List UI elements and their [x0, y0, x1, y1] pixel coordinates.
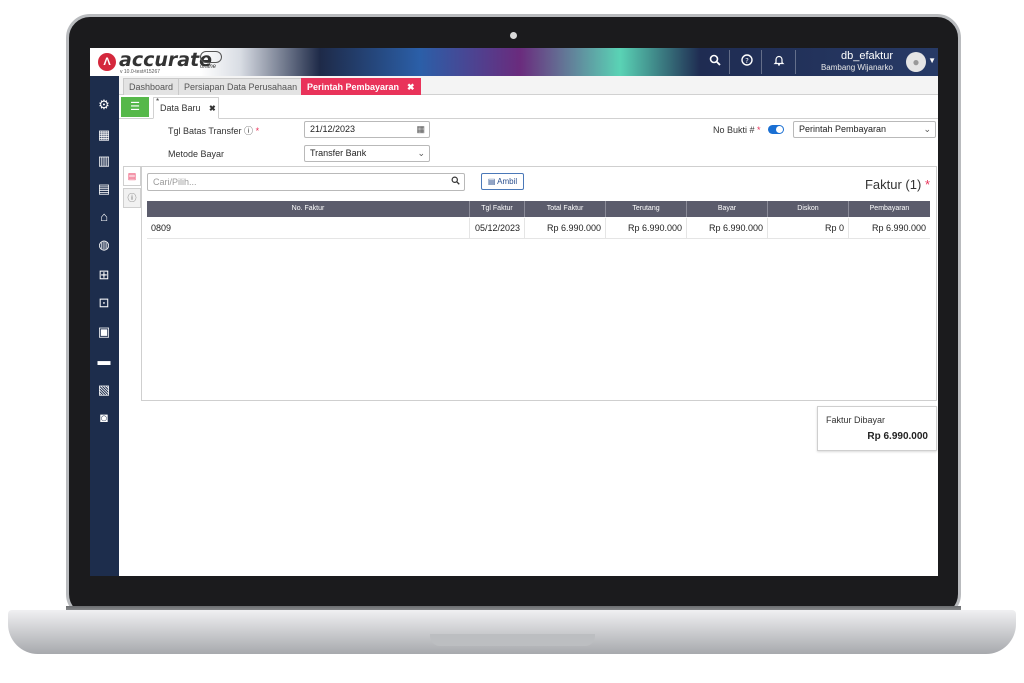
column-header[interactable]: Bayar — [687, 201, 768, 217]
money-bag-icon[interactable]: ◍ — [95, 236, 113, 254]
online-label: online — [200, 64, 217, 70]
list-view-button[interactable]: ☰ — [121, 97, 149, 117]
chevron-down-icon[interactable]: ⌄ — [417, 146, 425, 161]
tab-dashboard[interactable]: Dashboard — [123, 78, 180, 95]
tab-label: Data Baru — [160, 103, 201, 113]
top-bar: Λ accurate v 10.0-test#15267 online ? db… — [90, 48, 938, 76]
brand-name: accurate — [119, 49, 213, 71]
document-icon[interactable]: ▤ — [95, 180, 113, 198]
tab-data-baru[interactable]: * Data Baru ✖ — [153, 97, 219, 119]
tab-label: Dashboard — [129, 82, 174, 92]
faktur-count-title: Faktur (1) * — [864, 177, 930, 192]
tab-persiapan-data[interactable]: Persiapan Data Perusahaan — [178, 78, 304, 95]
chevron-down-icon[interactable]: ⌄ — [923, 122, 931, 137]
document-tab-icon[interactable]: ▤ — [123, 166, 141, 186]
database-name[interactable]: db_efaktur — [841, 50, 893, 62]
report-icon[interactable]: ▧ — [95, 381, 113, 399]
accurate-logo-icon: Λ — [98, 53, 116, 71]
tgl-batas-label: Tgl Batas Transfer ⓘ * — [168, 126, 260, 136]
close-icon[interactable]: ✖ — [407, 82, 415, 92]
panel-side-tabs: ▤ ⓘ — [123, 166, 141, 210]
cloud-icon — [200, 51, 222, 63]
document-icon: ▤ — [487, 177, 496, 186]
cell-total-faktur: Rp 6.990.000 — [525, 218, 606, 239]
app-screen: Λ accurate v 10.0-test#15267 online ? db… — [90, 48, 938, 576]
user-avatar-icon[interactable]: ● — [906, 52, 926, 72]
tab-perintah-pembayaran[interactable]: Perintah Pembayaran ✖ — [301, 78, 421, 95]
column-header[interactable]: Pembayaran — [849, 201, 930, 217]
no-bukti-label: No Bukti # * — [713, 125, 761, 135]
topbar-divider — [795, 50, 796, 74]
no-bukti-value: Perintah Pembayaran — [799, 124, 887, 134]
column-header[interactable]: Diskon — [768, 201, 849, 217]
topbar-divider — [729, 50, 730, 74]
tab-label: Perintah Pembayaran — [307, 82, 400, 92]
faktur-panel: Cari/Pilih... ▤ Ambil Faktur (1) * No. F… — [141, 166, 937, 401]
info-tab-icon[interactable]: ⓘ — [123, 188, 141, 208]
unsaved-indicator: * — [156, 97, 160, 106]
cell-diskon: Rp 0 — [768, 218, 849, 239]
cell-pembayaran: Rp 6.990.000 — [871, 223, 926, 233]
search-placeholder: Cari/Pilih... — [153, 177, 197, 187]
laptop-base — [8, 610, 1016, 654]
column-header[interactable]: Total Faktur — [525, 201, 606, 217]
cell-tgl-faktur: 05/12/2023 — [470, 218, 525, 239]
table-row[interactable]: 0809 05/12/2023 Rp 6.990.000 Rp 6.990.00… — [147, 218, 930, 239]
faktur-dibayar-summary: Faktur Dibayar Rp 6.990.000 — [817, 406, 937, 451]
help-icon[interactable]: ? — [739, 54, 755, 70]
search-icon[interactable] — [707, 54, 723, 70]
truck-icon[interactable]: ▬ — [95, 352, 113, 370]
app-version: v 10.0-test#15267 — [120, 69, 161, 75]
metode-bayar-select[interactable]: Transfer Bank ⌄ — [304, 145, 430, 162]
main-tabs: Dashboard Persiapan Data Perusahaan Peri… — [119, 76, 938, 95]
summary-value: Rp 6.990.000 — [867, 431, 928, 442]
column-header[interactable]: Tgl Faktur — [470, 201, 525, 217]
bank-icon[interactable]: ⌂ — [95, 208, 113, 226]
summary-label: Faktur Dibayar — [826, 415, 886, 425]
ambil-button[interactable]: ▤ Ambil — [481, 173, 524, 190]
chevron-down-icon[interactable]: ▼ — [928, 56, 936, 65]
table-header: No. Faktur Tgl Faktur Total Faktur Terut… — [147, 201, 930, 217]
search-icon[interactable] — [451, 174, 460, 190]
cell-terutang: Rp 6.990.000 — [606, 218, 687, 239]
settings-doc-icon[interactable]: ◙ — [95, 409, 113, 427]
tgl-batas-value: 21/12/2023 — [310, 124, 356, 134]
topbar-divider — [761, 50, 762, 74]
cell-no-faktur: 0809 — [147, 218, 470, 239]
metode-bayar-value: Transfer Bank — [310, 148, 367, 158]
info-icon: ⓘ — [244, 126, 254, 136]
ambil-label: Ambil — [497, 177, 518, 186]
building-icon[interactable]: ▥ — [95, 152, 113, 170]
auto-number-toggle[interactable] — [768, 125, 784, 134]
gear-icon[interactable]: ⚙ — [95, 96, 113, 114]
bell-icon[interactable] — [771, 54, 787, 70]
ledger-icon[interactable]: ▦ — [95, 126, 113, 144]
sub-tabs: ☰ * Data Baru ✖ — [119, 95, 938, 119]
metode-bayar-label: Metode Bayar — [168, 149, 225, 159]
cell-bayar: Rp 6.990.000 — [687, 218, 768, 239]
column-header[interactable]: Terutang — [606, 201, 687, 217]
search-input[interactable]: Cari/Pilih... — [147, 173, 465, 191]
laptop-notch — [430, 634, 595, 646]
inventory-icon[interactable]: ▣ — [95, 323, 113, 341]
sales-cart-icon[interactable]: ⊡ — [95, 294, 113, 312]
column-header[interactable]: No. Faktur — [147, 201, 470, 217]
required-mark: * — [757, 125, 761, 135]
required-mark: * — [255, 126, 260, 136]
tgl-batas-field[interactable]: 21/12/2023 ▦ — [304, 121, 430, 138]
close-icon[interactable]: ✖ — [209, 104, 216, 113]
required-mark: * — [924, 177, 930, 192]
laptop-camera — [510, 32, 517, 39]
svg-text:?: ? — [745, 57, 749, 65]
user-name[interactable]: Bambang Wijanarko — [821, 63, 893, 72]
tab-label: Persiapan Data Perusahaan — [184, 82, 298, 92]
sidebar: ⚙ ▦ ▥ ▤ ⌂ ◍ ⊞ ⊡ ▣ ▬ ▧ ◙ — [90, 76, 119, 576]
cart-icon[interactable]: ⊞ — [95, 266, 113, 284]
no-bukti-select[interactable]: Perintah Pembayaran ⌄ — [793, 121, 936, 138]
calendar-icon[interactable]: ▦ — [416, 122, 425, 137]
